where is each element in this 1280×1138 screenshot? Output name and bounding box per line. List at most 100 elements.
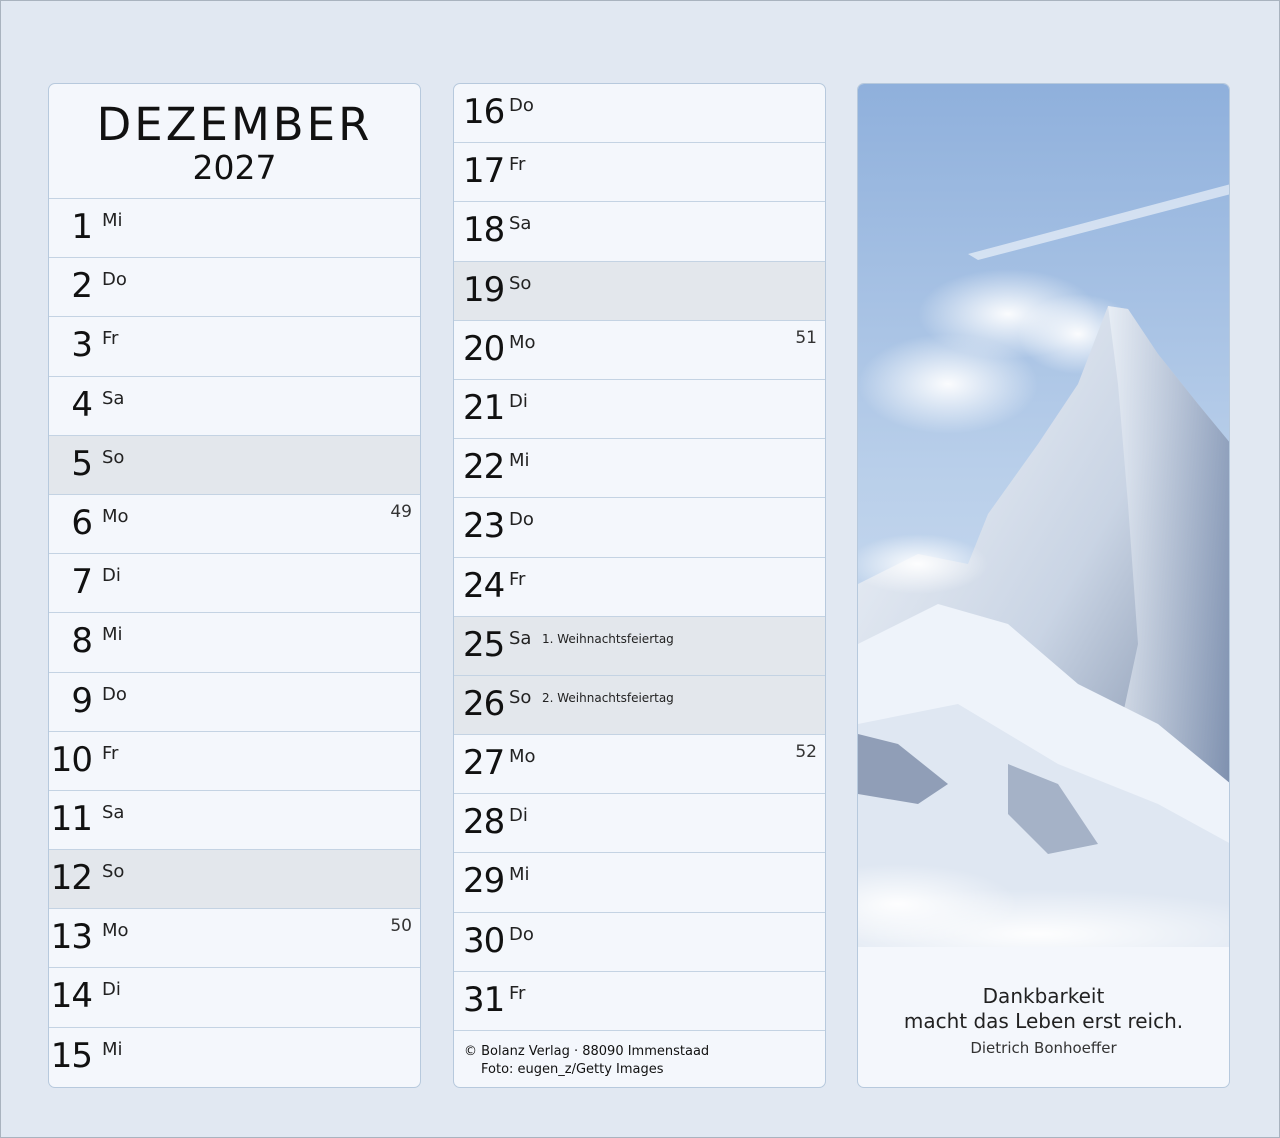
week-number: 50 — [390, 916, 412, 937]
weekday-label: Di — [102, 565, 121, 587]
calendar-column-left: DEZEMBER 2027 1 Mi 2 Do 3 Fr 4 Sa 5 So 6 Mo 49 7 Di 8 Mi… — [48, 83, 421, 1088]
weekday-label: Do — [509, 509, 534, 531]
month-title: DEZEMBER — [96, 98, 373, 151]
day-row: 30 Do — [454, 913, 825, 972]
weekday-label: Mi — [102, 624, 123, 646]
weekday-label: So — [509, 686, 532, 708]
day-number: 20 — [463, 328, 505, 369]
photo-credit: Foto: eugen_z/Getty Images — [481, 1062, 664, 1077]
week-number: 52 — [795, 742, 817, 763]
weekday-label: So — [102, 446, 125, 468]
day-row: 9 Do — [49, 673, 420, 732]
day-number: 5 — [71, 443, 93, 484]
week-number: 49 — [390, 501, 412, 522]
credits: © Bolanz Verlag · 88090 Immenstaad Foto:… — [464, 1043, 709, 1079]
day-number: 28 — [463, 802, 505, 843]
day-number: 17 — [463, 151, 505, 192]
day-row: 21 Di — [454, 380, 825, 440]
weekday-label: Do — [509, 95, 534, 116]
photo-panel: Dankbarkeit macht das Leben erst reich. … — [857, 83, 1230, 1088]
day-row: 1 Mi — [49, 199, 420, 259]
day-row: 20 Mo 51 — [454, 321, 825, 380]
day-row: 31 Fr — [454, 972, 825, 1031]
day-number: 11 — [50, 798, 93, 839]
day-row: 7 Di — [49, 554, 420, 614]
weekday-label: Sa — [509, 627, 532, 649]
quote-author: Dietrich Bonhoeffer — [970, 1039, 1117, 1057]
day-number: 26 — [463, 683, 505, 724]
day-number: 2 — [71, 266, 93, 307]
day-row: 27 Mo 52 — [454, 735, 825, 795]
day-number: 6 — [71, 502, 93, 543]
weekday-label: Do — [102, 269, 127, 291]
day-number: 12 — [50, 858, 93, 899]
day-number: 18 — [463, 210, 505, 251]
day-number: 13 — [50, 917, 93, 958]
quote: Dankbarkeit macht das Leben erst reich. … — [858, 984, 1229, 1057]
day-number: 24 — [463, 565, 505, 606]
day-number: 4 — [71, 384, 93, 425]
day-number: 31 — [463, 979, 505, 1020]
day-row: 4 Sa — [49, 377, 420, 436]
day-row: 19 So — [454, 261, 825, 321]
weekday-label: Di — [509, 805, 528, 827]
day-number: 14 — [50, 976, 93, 1017]
weekday-label: Fr — [102, 328, 119, 350]
weekday-label: Sa — [102, 801, 125, 823]
day-number: 25 — [463, 624, 505, 665]
mountain-photo — [858, 84, 1229, 947]
weekday-label: Fr — [509, 982, 526, 1004]
weekday-label: Fr — [102, 742, 119, 764]
quote-line-2: macht das Leben erst reich. — [903, 1009, 1184, 1033]
holiday-label: 1. Weihnachtsfeiertag — [542, 631, 674, 646]
day-number: 9 — [71, 680, 93, 721]
credits-row: © Bolanz Verlag · 88090 Immenstaad Foto:… — [454, 1031, 825, 1087]
day-row: 11 Sa — [49, 791, 420, 851]
day-row: 12 So — [49, 850, 420, 910]
day-row: 10 Fr — [49, 732, 420, 791]
day-row: 29 Mi — [454, 853, 825, 913]
weekday-label: So — [102, 861, 125, 883]
weekday-label: Mi — [509, 450, 530, 472]
day-row: 26 So 2. Weihnachtsfeiertag — [454, 675, 825, 736]
day-number: 16 — [463, 92, 505, 132]
calendar-column-middle: 16 Do 17 Fr 18 Sa 19 So 20 Mo 51 21 Di 22 Mi 23 Do 24 Fr 25… — [453, 83, 826, 1088]
day-number: 29 — [463, 861, 505, 902]
day-number: 7 — [71, 562, 93, 603]
weekday-label: Sa — [102, 387, 125, 409]
weekday-label: Di — [509, 390, 528, 412]
weekday-label: So — [509, 272, 532, 294]
day-number: 21 — [463, 387, 505, 428]
weekday-label: Fr — [509, 568, 526, 590]
weekday-label: Mo — [509, 746, 536, 768]
day-row: 23 Do — [454, 498, 825, 558]
day-number: 22 — [463, 447, 505, 488]
day-row: 28 Di — [454, 794, 825, 854]
day-number: 23 — [463, 506, 505, 547]
publisher-credit: © Bolanz Verlag · 88090 Immenstaad — [464, 1044, 710, 1059]
week-number: 51 — [795, 327, 817, 348]
day-number: 27 — [463, 743, 505, 784]
weekday-label: Mi — [102, 210, 123, 231]
day-row: 3 Fr — [49, 317, 420, 377]
day-row: 24 Fr — [454, 558, 825, 617]
day-row: 22 Mi — [454, 439, 825, 499]
day-number: 8 — [71, 621, 93, 662]
weekday-label: Do — [509, 923, 534, 945]
day-list-middle: 16 Do 17 Fr 18 Sa 19 So 20 Mo 51 21 Di 22 Mi 23 Do 24 Fr 25… — [454, 84, 825, 1031]
day-row: 15 Mi — [49, 1028, 420, 1087]
day-row: 14 Di — [49, 968, 420, 1028]
holiday-label: 2. Weihnachtsfeiertag — [542, 690, 674, 705]
day-row: 16 Do — [454, 84, 825, 144]
day-number: 1 — [71, 207, 93, 247]
day-list-left: 1 Mi 2 Do 3 Fr 4 Sa 5 So 6 Mo 49 7 Di 8 Mi 9 Do 10 Fr 11 Sa 12 S… — [49, 199, 420, 1087]
weekday-label: Mi — [509, 864, 530, 886]
day-row: 8 Mi — [49, 613, 420, 673]
quote-line-1: Dankbarkeit — [982, 984, 1105, 1008]
weekday-label: Mi — [102, 1038, 123, 1060]
weekday-label: Fr — [509, 154, 526, 176]
day-row: 2 Do — [49, 258, 420, 318]
day-row: 5 So — [49, 435, 420, 495]
weekday-label: Mo — [509, 331, 536, 353]
day-row: 18 Sa — [454, 202, 825, 262]
